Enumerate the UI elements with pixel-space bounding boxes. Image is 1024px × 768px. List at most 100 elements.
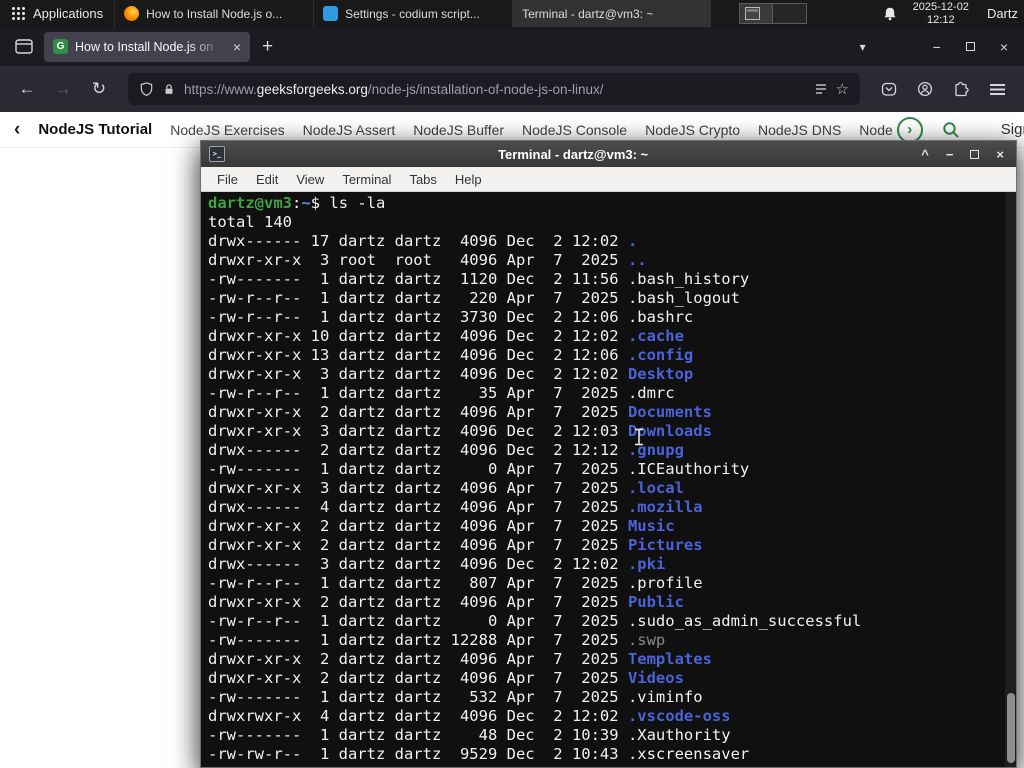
reader-view-icon[interactable] [814, 82, 828, 96]
file-name: .xscreensaver [627, 745, 750, 763]
file-name: .mozilla [627, 498, 703, 516]
workspace-2[interactable] [773, 4, 807, 23]
menu-file[interactable]: File [208, 172, 247, 187]
taskbar-item-terminal[interactable]: >_ Terminal - dartz@vm3: ~ [200, 0, 1017, 768]
terminal-window-controls: ^ − × [921, 147, 1008, 162]
pocket-save-icon[interactable] [874, 74, 904, 104]
taskbar-item-label: Terminal - dartz@vm3: ~ [522, 6, 654, 21]
file-name: Music [627, 517, 675, 535]
menu-terminal[interactable]: Terminal [333, 172, 400, 187]
terminal-output-line: -rw-rw-r-- 1 dartz dartz 9529 Dec 2 10:4… [208, 745, 750, 763]
back-button[interactable]: ← [12, 74, 42, 104]
workspace-1[interactable] [740, 4, 774, 23]
taskbar-item-codium[interactable]: Settings - codium script... [313, 0, 512, 27]
user-menu[interactable]: Dartz [987, 6, 1018, 21]
file-name: .swp [627, 631, 666, 649]
menu-help[interactable]: Help [446, 172, 491, 187]
terminal-output-line: drwxr-xr-x 3 dartz dartz 4096 Dec 2 12:0… [208, 422, 712, 440]
file-name: .local [627, 479, 684, 497]
url-bar[interactable]: https://www.geeksforgeeks.org/node-js/in… [128, 73, 860, 105]
terminal-scrollbar-thumb[interactable] [1007, 693, 1015, 763]
terminal-output-line: drwxr-xr-x 3 root root 4096 Apr 7 2025 .… [208, 251, 647, 269]
file-name: .ICEauthority [627, 460, 750, 478]
file-name: Videos [627, 669, 684, 687]
tab-close-icon[interactable]: × [233, 39, 241, 55]
sitenav-item[interactable]: Node [859, 122, 892, 138]
applications-menu-button[interactable]: Applications [0, 0, 114, 27]
firefox-view-icon[interactable] [10, 33, 38, 61]
sitenav-item[interactable]: NodeJS Exercises [170, 122, 284, 138]
menu-view[interactable]: View [287, 172, 333, 187]
applications-grid-icon [12, 7, 25, 20]
terminal-output: dartz@vm3:~$ ls -la total 140 drwx------… [201, 192, 1016, 767]
top-panel: Applications How to Install Node.js o...… [0, 0, 1024, 768]
hamburger-bars [989, 83, 1005, 95]
terminal-output-line: drwxr-xr-x 2 dartz dartz 4096 Apr 7 2025… [208, 650, 712, 668]
firefox-icon [124, 6, 140, 21]
menu-tabs[interactable]: Tabs [400, 172, 445, 187]
lock-icon[interactable] [162, 82, 176, 97]
sitenav-item[interactable]: NodeJS Assert [303, 122, 396, 138]
terminal-output-line: -rw-r--r-- 1 dartz dartz 35 Apr 7 2025 .… [208, 384, 675, 402]
file-name: .bash_logout [627, 289, 740, 307]
menu-edit[interactable]: Edit [247, 172, 287, 187]
browser-tab-active[interactable]: G How to Install Node.js on × [44, 31, 250, 62]
close-button[interactable]: × [1000, 39, 1008, 55]
sitenav-scroll-left-icon[interactable]: ‹ [14, 119, 20, 141]
file-name: .pki [627, 555, 666, 573]
clock[interactable]: 2025-12-02 12:12 [913, 1, 969, 26]
minimize-button[interactable]: − [946, 147, 954, 162]
taskbar-item-firefox[interactable]: How to Install Node.js o... [114, 0, 313, 27]
terminal-title-bar[interactable]: >_ Terminal - dartz@vm3: ~ ^ − × [201, 141, 1016, 167]
codium-icon [323, 6, 339, 21]
forward-button[interactable]: → [48, 74, 78, 104]
browser-window-controls: ▾ − × [860, 39, 1014, 55]
terminal-output-line: -rw-r--r-- 1 dartz dartz 0 Apr 7 2025 .s… [208, 612, 862, 630]
url-prefix: https://www. [184, 81, 257, 97]
tracking-shield-icon[interactable] [139, 81, 154, 97]
file-name: .sudo_as_admin_successful [627, 612, 862, 630]
sitenav-scroll-right-icon[interactable]: › [896, 116, 923, 143]
terminal-output-line: drwxr-xr-x 2 dartz dartz 4096 Apr 7 2025… [208, 536, 703, 554]
menu-hamburger-icon[interactable] [982, 74, 1012, 104]
clock-date: 2025-12-02 [912, 1, 969, 13]
terminal-output-line: drwxr-xr-x 2 dartz dartz 4096 Apr 7 2025… [208, 669, 684, 687]
terminal-output-line: drwxr-xr-x 3 dartz dartz 4096 Dec 2 12:0… [208, 365, 694, 383]
terminal-menu-bar: File Edit View Terminal Tabs Help [201, 167, 1016, 192]
maximize-button[interactable] [970, 149, 980, 159]
prompt-user-host: dartz@vm3 [208, 194, 292, 212]
account-icon[interactable] [910, 74, 940, 104]
file-name: .bash_history [627, 270, 750, 288]
workspace-switcher[interactable] [739, 3, 808, 24]
terminal-scrollbar[interactable] [1005, 192, 1016, 767]
minimize-button[interactable]: − [933, 39, 941, 55]
search-icon[interactable] [941, 120, 961, 140]
maximize-button[interactable] [965, 42, 975, 51]
terminal-output-line: drwxr-xr-x 3 dartz dartz 4096 Apr 7 2025… [208, 479, 684, 497]
sitenav-item[interactable]: NodeJS Console [522, 122, 627, 138]
list-all-tabs-icon[interactable]: ▾ [860, 40, 866, 54]
close-button[interactable]: × [996, 147, 1004, 162]
bookmark-star-icon[interactable]: ☆ [836, 80, 849, 98]
reload-button[interactable]: ↻ [84, 74, 114, 104]
sitenav-item-tutorial[interactable]: NodeJS Tutorial [38, 121, 152, 138]
sign-in-button[interactable]: Sign In [1001, 121, 1024, 138]
file-name: .dmrc [627, 384, 675, 402]
file-name: Desktop [627, 365, 694, 383]
taskbar-item-label: How to Install Node.js o... [146, 6, 283, 21]
prompt-separator: : [292, 194, 302, 212]
rollup-button[interactable]: ^ [921, 147, 929, 162]
sitenav-item[interactable]: NodeJS Crypto [645, 122, 740, 138]
extensions-puzzle-icon[interactable] [946, 74, 976, 104]
terminal-output-line: drwxr-xr-x 2 dartz dartz 4096 Apr 7 2025… [208, 403, 712, 421]
notifications-bell-icon[interactable] [882, 6, 898, 22]
sitenav-item[interactable]: NodeJS Buffer [413, 122, 504, 138]
sitenav-item[interactable]: NodeJS DNS [758, 122, 841, 138]
terminal-title: Terminal - dartz@vm3: ~ [498, 146, 649, 162]
browser-nav-bar: ← → ↻ https://www.geeksforgeeks.org/node… [0, 66, 1024, 112]
terminal-prompt-line: dartz@vm3:~$ ls -la [208, 194, 1002, 213]
new-tab-button[interactable]: + [262, 36, 273, 58]
file-name: Pictures [627, 536, 703, 554]
file-name: .config [627, 346, 694, 364]
panel-spacer [807, 0, 882, 27]
